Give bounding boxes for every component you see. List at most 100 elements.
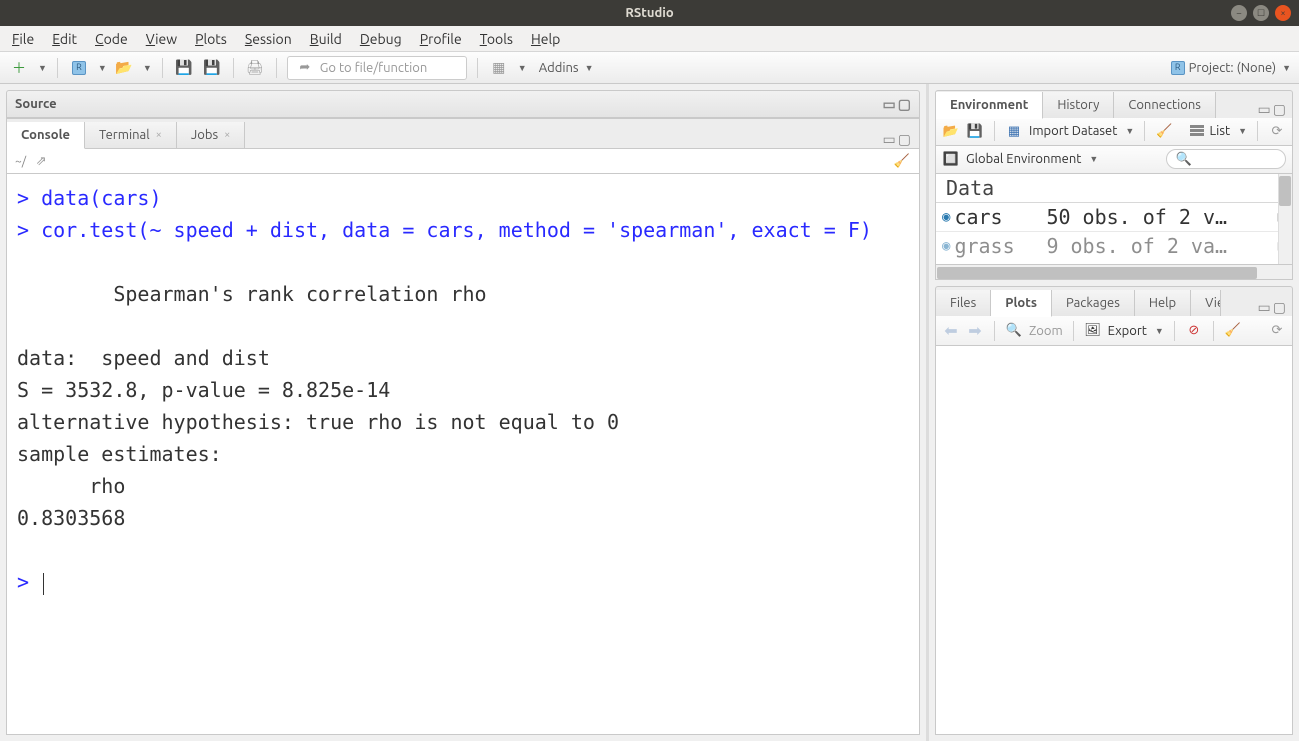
tab-jobs[interactable]: Jobs ×: [177, 122, 245, 148]
pane-maximize-icon[interactable]: ▢: [1273, 101, 1286, 118]
new-file-button[interactable]: ＋: [8, 57, 30, 79]
open-file-button[interactable]: 📂: [113, 57, 135, 79]
window-title: RStudio: [625, 6, 673, 20]
load-workspace-button[interactable]: 📂: [942, 122, 960, 140]
close-icon[interactable]: ×: [156, 129, 162, 141]
tab-terminal-label: Terminal: [99, 128, 150, 142]
cursor: [43, 573, 44, 595]
scope-label[interactable]: Global Environment: [966, 152, 1081, 166]
export-icon: 🖼: [1084, 322, 1102, 340]
menu-build[interactable]: Build: [310, 31, 342, 47]
tab-environment[interactable]: Environment: [936, 92, 1043, 119]
scrollbar-thumb[interactable]: [1279, 176, 1291, 206]
chevron-down-icon: ▼: [585, 63, 594, 73]
chevron-down-icon[interactable]: ▼: [1238, 126, 1247, 136]
chevron-down-icon[interactable]: ▼: [1155, 326, 1164, 336]
env-row-grass[interactable]: ◉ grass 9 obs. of 2 va… ▦: [936, 231, 1292, 260]
tab-connections[interactable]: Connections: [1114, 92, 1216, 118]
open-file-caret[interactable]: ▼: [143, 63, 152, 73]
console-line: cor.test(~ speed + dist, data = cars, me…: [41, 218, 872, 242]
menu-tools[interactable]: Tools: [480, 31, 513, 47]
pane-maximize-icon[interactable]: ▢: [898, 131, 911, 148]
vertical-scrollbar[interactable]: [1278, 174, 1292, 264]
import-dataset-button[interactable]: Import Dataset: [1029, 124, 1117, 138]
separator: [276, 58, 277, 78]
refresh-plot-button[interactable]: ⟳: [1268, 322, 1286, 340]
console-line: data: speed and dist: [17, 346, 270, 370]
addins-menu[interactable]: Addins ▼: [533, 61, 600, 75]
tab-history[interactable]: History: [1043, 92, 1114, 118]
console-line: data(cars): [41, 186, 161, 210]
menu-session[interactable]: Session: [245, 31, 292, 47]
scrollbar-thumb[interactable]: [937, 267, 1257, 279]
tab-console[interactable]: Console: [7, 122, 85, 149]
search-icon: 🔍: [1175, 150, 1193, 168]
next-plot-button[interactable]: ➡: [966, 322, 984, 340]
save-workspace-button[interactable]: 💾: [966, 122, 984, 140]
project-label: Project: (None): [1189, 61, 1276, 75]
save-all-button[interactable]: 💾: [201, 57, 223, 79]
grid-caret[interactable]: ▼: [518, 63, 527, 73]
refresh-button[interactable]: ⟳: [1268, 122, 1286, 140]
export-button[interactable]: Export: [1108, 324, 1147, 338]
tab-terminal[interactable]: Terminal ×: [85, 122, 177, 148]
tab-label: Connections: [1128, 98, 1201, 112]
pane-maximize-icon[interactable]: ▢: [1273, 299, 1286, 316]
window-minimize-button[interactable]: –: [1231, 5, 1247, 21]
clear-plots-button[interactable]: 🧹: [1224, 322, 1242, 340]
console-tab-strip: Console Terminal × Jobs × ▭ ▢: [6, 118, 920, 148]
save-button[interactable]: 💾: [173, 57, 195, 79]
menu-file[interactable]: File: [12, 31, 34, 47]
pane-maximize-icon[interactable]: ▢: [898, 96, 911, 113]
window-titlebar: RStudio – ☐ ×: [0, 0, 1299, 26]
pane-minimize-icon[interactable]: ▭: [883, 131, 896, 148]
pane-minimize-icon[interactable]: ▭: [1258, 101, 1271, 118]
separator: [1073, 321, 1074, 341]
open-dir-icon[interactable]: ⇗: [32, 152, 50, 170]
menu-help[interactable]: Help: [531, 31, 560, 47]
new-project-button[interactable]: R: [68, 57, 90, 79]
object-icon: ◉: [942, 209, 950, 225]
new-file-caret[interactable]: ▼: [38, 63, 47, 73]
chevron-down-icon[interactable]: ▼: [1125, 126, 1134, 136]
menu-plots[interactable]: Plots: [195, 31, 227, 47]
prev-plot-button[interactable]: ⬅: [942, 322, 960, 340]
remove-plot-button[interactable]: ⊘: [1185, 322, 1203, 340]
tab-label: Help: [1149, 296, 1176, 310]
tab-help[interactable]: Help: [1135, 290, 1191, 316]
pane-minimize-icon[interactable]: ▭: [883, 96, 896, 113]
menu-profile[interactable]: Profile: [420, 31, 462, 47]
zoom-button[interactable]: Zoom: [1029, 324, 1063, 338]
menu-edit[interactable]: Edit: [52, 31, 77, 47]
tab-plots[interactable]: Plots: [991, 290, 1052, 317]
view-mode-button[interactable]: List: [1210, 124, 1231, 138]
project-menu[interactable]: R Project: (None) ▼: [1171, 61, 1291, 75]
clear-env-button[interactable]: 🧹: [1155, 122, 1173, 140]
goto-file-function-input[interactable]: ➦ Go to file/function: [287, 56, 467, 80]
grid-button[interactable]: ▦: [488, 57, 510, 79]
clear-console-button[interactable]: 🧹: [893, 152, 911, 170]
chevron-down-icon[interactable]: ▼: [1089, 154, 1098, 164]
print-button[interactable]: 🖨: [244, 57, 266, 79]
plot-canvas: [935, 346, 1293, 735]
menu-debug[interactable]: Debug: [360, 31, 402, 47]
pane-minimize-icon[interactable]: ▭: [1258, 299, 1271, 316]
menu-view[interactable]: View: [146, 31, 177, 47]
window-maximize-button[interactable]: ☐: [1253, 5, 1269, 21]
scope-icon: 🔲: [942, 150, 960, 168]
horizontal-scrollbar[interactable]: [935, 265, 1293, 280]
tab-jobs-label: Jobs: [191, 128, 218, 142]
console-sub-toolbar: ~/ ⇗ 🧹: [6, 148, 920, 174]
tab-files[interactable]: Files: [936, 290, 991, 316]
menu-code[interactable]: Code: [95, 31, 128, 47]
env-row-name: cars: [954, 205, 1046, 229]
new-project-caret[interactable]: ▼: [98, 63, 107, 73]
console-output[interactable]: > data(cars) > cor.test(~ speed + dist, …: [6, 174, 920, 735]
tab-packages[interactable]: Packages: [1052, 290, 1135, 316]
close-icon[interactable]: ×: [224, 129, 230, 141]
tab-viewer[interactable]: Viewer: [1191, 290, 1221, 316]
env-search-input[interactable]: 🔍: [1166, 149, 1286, 169]
window-close-button[interactable]: ×: [1275, 5, 1291, 21]
env-row-cars[interactable]: ◉ cars 50 obs. of 2 v… ▦: [936, 202, 1292, 231]
env-row-name: grass: [954, 234, 1046, 258]
